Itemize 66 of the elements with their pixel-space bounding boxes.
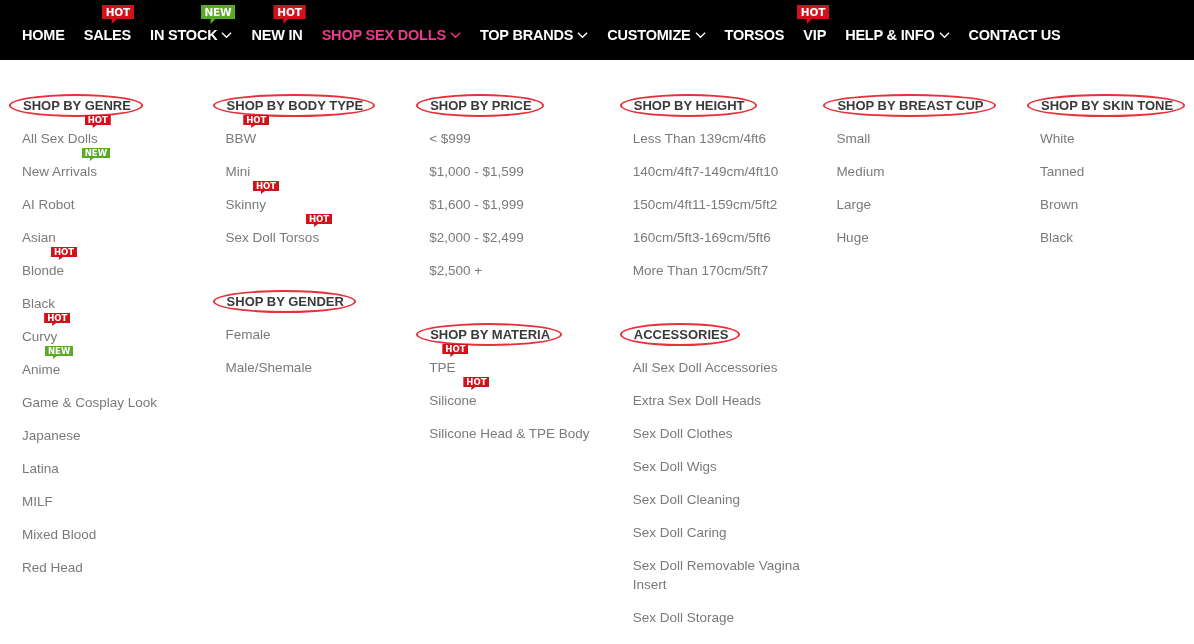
promo-tag: HOT [253,181,280,194]
section-heading: ACCESSORIES [619,322,741,346]
menu-link[interactable]: Mixed Blood [22,525,97,544]
menu-link[interactable]: $1,600 - $1,999 [429,195,524,214]
menu-link[interactable]: Black [1039,228,1073,247]
section-heading: SHOP BY SKIN TONE [1026,93,1186,117]
menu-link[interactable]: $2,000 - $2,499 [429,228,524,247]
menu-link[interactable]: White [1039,129,1075,148]
menu-link[interactable]: Asian [22,228,56,247]
menu-link[interactable]: AI Robot [22,195,75,214]
section-heading: SHOP BY PRICE [416,93,544,117]
menu-link[interactable]: 160cm/5ft3-169cm/5ft6 [632,228,771,247]
nav-link[interactable]: CUSTOMIZE [607,27,706,43]
menu-link[interactable]: Less Than 139cm/4ft6 [632,129,767,148]
promo-tag: HOT [463,377,490,390]
promo-tag: NEW [81,148,110,161]
promo-tag: HOT [44,313,71,326]
promo-tag: HOT [306,214,333,227]
menu-link[interactable]: Japanese [22,426,81,445]
menu-link[interactable]: Small [836,129,871,148]
menu-link[interactable]: Male/Shemale [225,358,312,377]
promo-tag: HOT [796,5,830,24]
promo-tag: HOT [84,115,111,128]
menu-link[interactable]: Large [836,195,871,214]
menu-link[interactable]: Silicone Head & TPE Body [429,424,590,443]
menu-link[interactable]: $2,500 + [429,261,483,280]
menu-link[interactable]: Huge [836,228,869,247]
menu-link[interactable]: Sex Doll Storage [632,608,735,627]
menu-link[interactable]: Black [22,294,55,313]
menu-link[interactable]: Mini [225,162,251,181]
menu-link[interactable]: Sex Doll Cleaning [632,490,741,509]
menu-link[interactable]: < $999 [429,129,471,148]
menu-link[interactable]: More Than 170cm/5ft7 [632,261,769,280]
menu-link[interactable]: Female [225,325,271,344]
section-heading: SHOP BY BREAST CUP [823,93,996,117]
menu-link[interactable]: MILF [22,492,53,511]
promo-tag: HOT [243,115,270,128]
promo-tag: HOT [101,5,135,24]
menu-link[interactable]: Brown [1039,195,1079,214]
menu-link[interactable]: Sex Doll Clothes [632,424,733,443]
nav-link[interactable]: SHOP SEX DOLLS [321,27,461,43]
menu-link[interactable]: Sex Doll Wigs [632,457,717,476]
menu-link[interactable]: Game & Cosplay Look [22,393,158,412]
menu-link[interactable]: Latina [22,459,59,478]
promo-tag: HOT [273,5,306,24]
promo-tag: HOT [442,344,469,357]
nav-link[interactable]: HELP & INFO [845,27,950,43]
promo-tag: NEW [200,5,236,24]
promo-tag: NEW [44,346,74,359]
nav-link[interactable]: HOME [22,27,65,43]
menu-link[interactable]: 140cm/4ft7-149cm/4ft10 [632,162,779,181]
section-heading: SHOP BY HEIGHT [619,93,757,117]
menu-link[interactable]: All Sex Doll Accessories [632,358,778,377]
menu-link[interactable]: Tanned [1039,162,1085,181]
menu-link[interactable]: Medium [836,162,885,181]
nav-link[interactable]: CONTACT US [968,27,1061,43]
menu-link[interactable]: $1,000 - $1,599 [429,162,524,181]
nav-link[interactable]: TOP BRANDS [479,27,589,43]
menu-link[interactable]: Red Head [22,558,83,577]
menu-link[interactable]: Sex Doll Caring [632,523,727,542]
menu-link[interactable]: Sex Doll Removable Vagina Insert [632,556,808,594]
menu-link[interactable]: Extra Sex Doll Heads [632,391,762,410]
nav-link[interactable]: TORSOS [724,27,785,43]
menu-link[interactable]: 150cm/4ft11-159cm/5ft2 [632,195,778,214]
section-heading: SHOP BY GENDER [212,289,356,313]
promo-tag: HOT [50,247,78,260]
